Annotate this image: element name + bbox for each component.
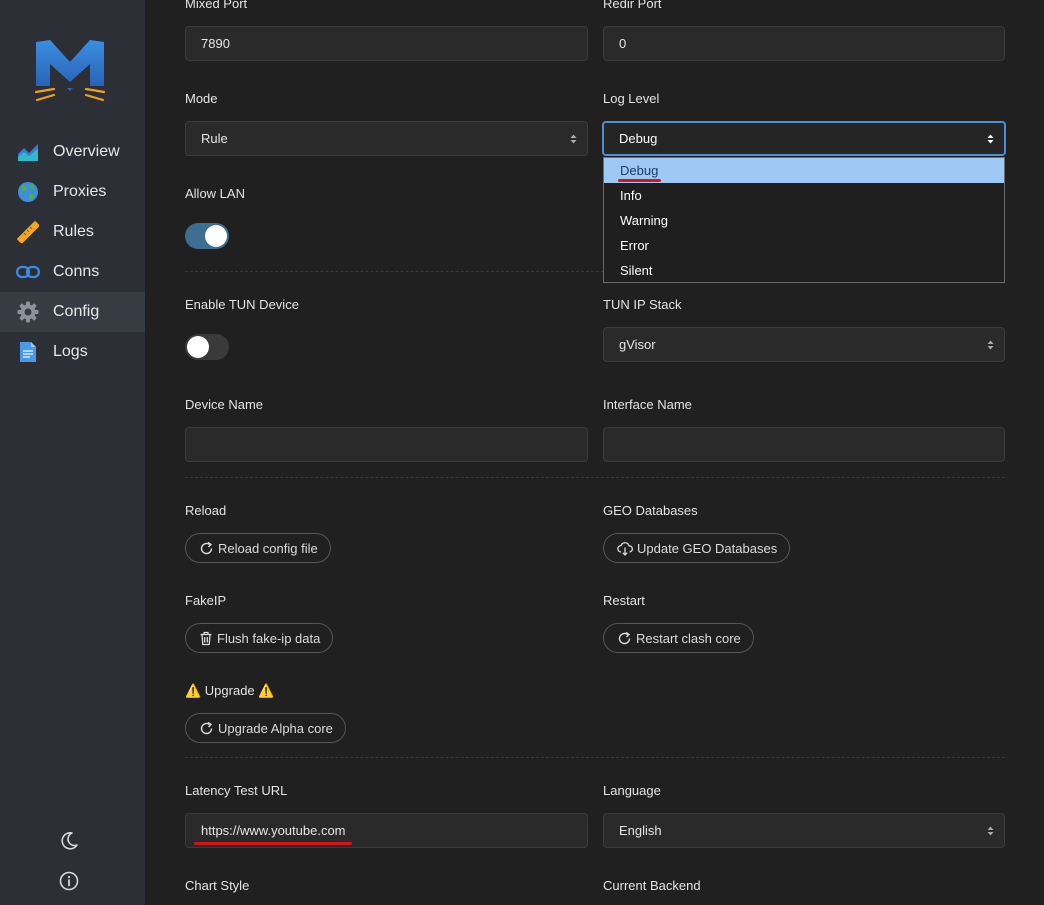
chart-style-label: Chart Style [185, 878, 250, 893]
tun-ip-stack-value: gVisor [619, 337, 656, 352]
upgrade-alpha-button[interactable]: Upgrade Alpha core [185, 713, 346, 743]
select-caret-icon [987, 826, 994, 835]
gear-icon [16, 300, 40, 324]
restart-label: Restart [603, 593, 645, 608]
document-icon [16, 340, 40, 364]
sidebar: Overview Proxies Rules Conns Config Logs [0, 0, 145, 905]
upgrade-label: ⚠️ Upgrade ⚠️ [185, 683, 275, 698]
sidebar-item-proxies[interactable]: Proxies [0, 172, 145, 212]
sidebar-nav: Overview Proxies Rules Conns Config Logs [0, 132, 145, 372]
sidebar-item-label: Logs [53, 343, 88, 360]
flush-fakeip-button[interactable]: Flush fake-ip data [185, 623, 334, 653]
moon-icon[interactable] [58, 830, 80, 852]
tun-ip-stack-select[interactable]: gVisor [603, 327, 1005, 362]
toggle-knob [205, 225, 227, 247]
log-level-select[interactable]: Debug [602, 121, 1006, 156]
flush-fakeip-button-label: Flush fake-ip data [217, 630, 321, 646]
toggle-knob [187, 336, 209, 358]
red-underline-annotation [618, 179, 661, 182]
section-divider [185, 477, 1005, 478]
mixed-port-value: 7890 [201, 36, 230, 51]
current-backend-label: Current Backend [603, 878, 701, 893]
refresh-icon [618, 631, 631, 644]
update-geo-button-label: Update GEO Databases [637, 540, 778, 556]
log-level-option-silent[interactable]: Silent [604, 258, 1004, 283]
enable-tun-toggle[interactable] [185, 334, 229, 360]
language-select[interactable]: English [603, 813, 1005, 848]
sidebar-item-conns[interactable]: Conns [0, 252, 145, 292]
sidebar-item-label: Config [53, 303, 100, 320]
log-level-option-error[interactable]: Error [604, 233, 1004, 258]
language-value: English [619, 823, 662, 838]
select-caret-icon [570, 134, 577, 143]
config-panel: Mixed Port Redir Port 7890 0 Mode Log Le… [145, 0, 1044, 905]
sidebar-item-label: Rules [53, 223, 94, 240]
device-name-label: Device Name [185, 397, 264, 412]
enable-tun-label: Enable TUN Device [185, 297, 299, 312]
sidebar-item-rules[interactable]: Rules [0, 212, 145, 252]
sidebar-item-label: Overview [53, 143, 120, 160]
upgrade-alpha-button-label: Upgrade Alpha core [218, 720, 333, 736]
latency-test-url-value: https://www.youtube.com [201, 823, 346, 838]
reload-config-button-label: Reload config file [218, 540, 318, 556]
redir-port-input[interactable]: 0 [603, 26, 1005, 61]
chart-icon [16, 140, 40, 164]
mode-select[interactable]: Rule [185, 121, 588, 156]
log-level-option-info[interactable]: Info [604, 183, 1004, 208]
reload-label: Reload [185, 503, 227, 518]
info-icon[interactable] [58, 870, 80, 892]
redir-port-value: 0 [619, 36, 627, 51]
language-label: Language [603, 783, 661, 798]
allow-lan-toggle[interactable] [185, 223, 229, 249]
trash-icon [200, 631, 212, 645]
red-underline-annotation [194, 842, 352, 845]
log-level-dropdown: Debug Info Warning Error Silent [603, 157, 1005, 283]
fakeip-label: FakeIP [185, 593, 227, 608]
tun-ip-stack-label: TUN IP Stack [603, 297, 682, 312]
globe-icon [16, 180, 40, 204]
redir-port-label: Redir Port [603, 0, 662, 11]
select-caret-icon [987, 134, 994, 143]
restart-core-button[interactable]: Restart clash core [603, 623, 754, 653]
sidebar-item-config[interactable]: Config [0, 292, 145, 332]
cloud-download-icon [617, 541, 633, 556]
mode-label: Mode [185, 91, 218, 106]
link-icon [16, 260, 40, 284]
mixed-port-label: Mixed Port [185, 0, 248, 11]
allow-lan-label: Allow LAN [185, 186, 245, 201]
device-name-input[interactable] [185, 427, 588, 462]
sidebar-item-overview[interactable]: Overview [0, 132, 145, 172]
geo-databases-label: GEO Databases [603, 503, 698, 518]
sidebar-item-label: Proxies [53, 183, 107, 200]
log-level-option-debug[interactable]: Debug [604, 158, 1004, 183]
mode-value: Rule [201, 131, 228, 146]
update-geo-button[interactable]: Update GEO Databases [603, 533, 791, 563]
log-level-option-warning[interactable]: Warning [604, 208, 1004, 233]
reload-config-button[interactable]: Reload config file [185, 533, 331, 563]
restart-core-button-label: Restart clash core [636, 630, 741, 646]
ruler-icon [16, 220, 40, 244]
log-level-value: Debug [619, 131, 658, 146]
latency-test-url-label: Latency Test URL [185, 783, 288, 798]
select-caret-icon [987, 340, 994, 349]
interface-name-label: Interface Name [603, 397, 692, 412]
section-divider [185, 757, 1005, 758]
refresh-icon [200, 541, 213, 554]
interface-name-input[interactable] [603, 427, 1005, 462]
sidebar-item-logs[interactable]: Logs [0, 332, 145, 372]
log-level-label: Log Level [603, 91, 660, 106]
mixed-port-input[interactable]: 7890 [185, 26, 588, 61]
refresh-icon [200, 721, 213, 734]
clash-logo [34, 40, 106, 102]
sidebar-item-label: Conns [53, 263, 100, 280]
